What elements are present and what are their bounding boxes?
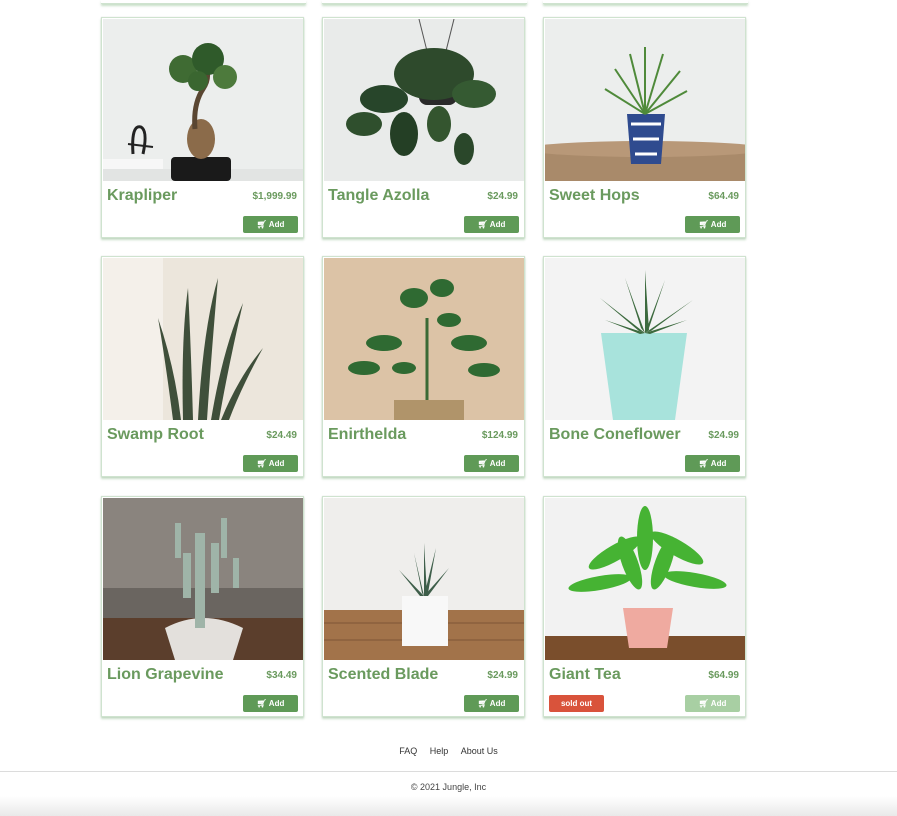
product-card: Scented Blade $24.99 🛒︎ Add: [322, 496, 525, 717]
add-to-cart-button[interactable]: 🛒︎ Add: [243, 216, 298, 233]
add-label: Add: [489, 699, 506, 708]
add-to-cart-button[interactable]: 🛒︎ Add: [685, 455, 740, 472]
add-to-cart-button[interactable]: 🛒︎ Add: [243, 455, 298, 472]
product-photo: [545, 498, 745, 660]
add-label: Add: [710, 699, 727, 708]
add-label: Add: [268, 699, 285, 708]
product-photo: [103, 258, 303, 420]
cart-icon: 🛒︎: [256, 220, 267, 229]
footer-link-help[interactable]: Help: [430, 746, 449, 756]
product-price: $1,999.99: [252, 191, 298, 202]
product-card: Tangle Azolla $24.99 🛒︎ Add: [322, 17, 525, 238]
add-to-cart-button[interactable]: 🛒︎ Add: [243, 695, 298, 712]
cart-icon: 🛒︎: [698, 699, 709, 708]
copyright-text: © 2021 Jungle, Inc: [410, 782, 487, 792]
product-card-partial: [101, 0, 306, 4]
product-name: Krapliper: [107, 187, 178, 204]
product-name: Scented Blade: [328, 666, 439, 683]
product-name: Giant Tea: [549, 666, 621, 683]
footer-link-about[interactable]: About Us: [461, 746, 498, 756]
add-label: Add: [268, 220, 285, 229]
add-label: Add: [710, 220, 727, 229]
product-card: Lion Grapevine $34.49 🛒︎ Add: [101, 496, 304, 717]
footer-links: FAQ Help About Us: [0, 746, 897, 756]
product-card: Sweet Hops $64.49 🛒︎ Add: [543, 17, 746, 238]
add-to-cart-button[interactable]: 🛒︎ Add: [464, 455, 519, 472]
add-to-cart-button[interactable]: 🛒︎ Add: [685, 216, 740, 233]
cart-icon: 🛒︎: [477, 699, 488, 708]
cart-icon: 🛒︎: [698, 459, 709, 468]
product-name: Lion Grapevine: [107, 666, 224, 683]
product-photo: [545, 19, 745, 181]
product-card: Giant Tea $64.99 sold out 🛒︎ Add: [543, 496, 746, 717]
product-price: $24.49: [266, 430, 297, 441]
product-price: $124.99: [481, 430, 518, 441]
product-card: Bone Coneflower $24.99 🛒︎ Add: [543, 256, 746, 477]
product-grid: Krapliper $1,999.99 🛒︎ Add Tangle Azolla…: [0, 0, 897, 740]
product-photo: [324, 498, 524, 660]
product-name: Swamp Root: [107, 426, 204, 443]
product-price: $24.99: [708, 430, 739, 441]
product-photo: [545, 258, 745, 420]
product-photo: [103, 498, 303, 660]
product-price: $24.99: [487, 670, 518, 681]
product-name: Enirthelda: [328, 426, 407, 443]
product-card: Enirthelda $124.99 🛒︎ Add: [322, 256, 525, 477]
product-photo: [103, 19, 303, 181]
add-label: Add: [268, 459, 285, 468]
product-name: Bone Coneflower: [549, 426, 681, 443]
cart-icon: 🛒︎: [477, 220, 488, 229]
add-to-cart-button-disabled[interactable]: 🛒︎ Add: [685, 695, 740, 712]
product-card: Swamp Root $24.49 🛒︎ Add: [101, 256, 304, 477]
add-label: Add: [489, 459, 506, 468]
add-label: Add: [710, 459, 727, 468]
product-price: $64.99: [708, 670, 739, 681]
cart-icon: 🛒︎: [256, 699, 267, 708]
product-name: Tangle Azolla: [328, 187, 430, 204]
cart-icon: 🛒︎: [698, 220, 709, 229]
cart-icon: 🛒︎: [477, 459, 488, 468]
product-price: $24.99: [487, 191, 518, 202]
product-card: Krapliper $1,999.99 🛒︎ Add: [101, 17, 304, 238]
add-label: Add: [489, 220, 506, 229]
add-to-cart-button[interactable]: 🛒︎ Add: [464, 695, 519, 712]
footer-link-faq[interactable]: FAQ: [399, 746, 417, 756]
product-photo: [324, 19, 524, 181]
footer-bar: [0, 771, 897, 816]
product-photo: [324, 258, 524, 420]
product-card-partial: [543, 0, 748, 4]
sold-out-badge: sold out: [549, 695, 604, 712]
add-to-cart-button[interactable]: 🛒︎ Add: [464, 216, 519, 233]
product-card-partial: [322, 0, 527, 4]
product-price: $34.49: [266, 670, 297, 681]
product-price: $64.49: [708, 191, 739, 202]
product-name: Sweet Hops: [549, 187, 640, 204]
cart-icon: 🛒︎: [256, 459, 267, 468]
